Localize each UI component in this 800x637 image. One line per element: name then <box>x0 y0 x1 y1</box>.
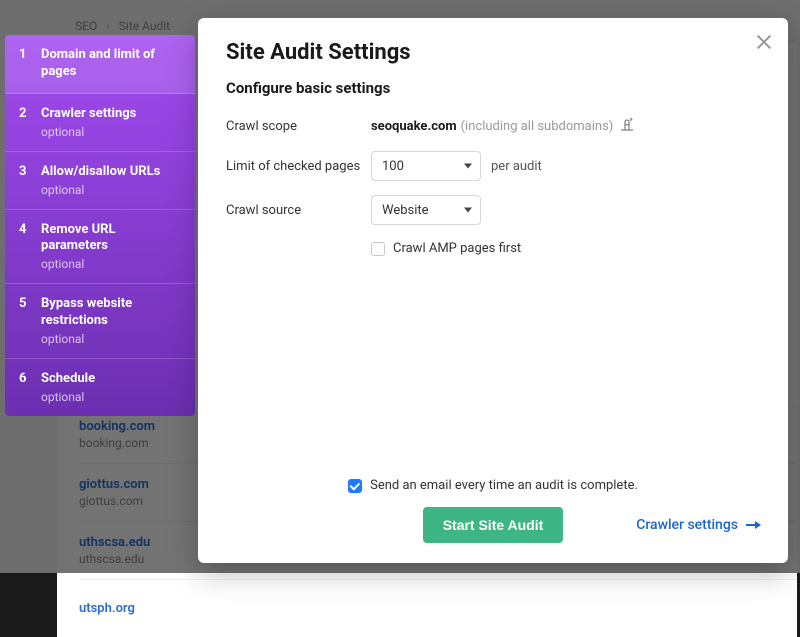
email-notify-checkbox[interactable] <box>348 479 362 493</box>
edit-scope-icon[interactable] <box>619 115 635 137</box>
step-optional: optional <box>41 257 181 271</box>
crawl-source-row: Crawl source Website <box>226 195 760 225</box>
wizard-step-schedule[interactable]: 6 Schedule optional <box>5 359 195 416</box>
step-number: 1 <box>19 47 29 81</box>
chevron-down-icon <box>464 164 472 169</box>
start-site-audit-button[interactable]: Start Site Audit <box>423 507 564 543</box>
step-title: Crawler settings <box>41 106 181 123</box>
section-title: Configure basic settings <box>226 79 760 97</box>
close-icon[interactable] <box>754 32 774 52</box>
site-audit-settings-modal: Site Audit Settings Configure basic sett… <box>198 18 788 563</box>
limit-pages-row: Limit of checked pages 100 per audit <box>226 151 760 181</box>
chevron-down-icon <box>464 208 472 213</box>
step-title: Schedule <box>41 371 181 388</box>
list-item[interactable]: utsph.org <box>79 579 797 637</box>
wizard-sidebar: 1 Domain and limit of pages 2 Crawler se… <box>5 35 195 416</box>
crawl-source-select[interactable]: Website <box>371 195 481 225</box>
crawl-scope-value: seoquake.com <box>371 119 457 134</box>
next-step-link[interactable]: Crawler settings <box>636 517 760 533</box>
step-number: 2 <box>19 106 29 139</box>
step-optional: optional <box>41 183 181 197</box>
step-number: 3 <box>19 164 29 197</box>
limit-pages-select[interactable]: 100 <box>371 151 481 181</box>
wizard-step-bypass-restrictions[interactable]: 5 Bypass website restrictions optional <box>5 284 195 359</box>
step-title: Remove URL parameters <box>41 222 181 256</box>
step-number: 4 <box>19 222 29 272</box>
crawl-source-value: Website <box>382 203 429 218</box>
next-step-label: Crawler settings <box>636 517 738 533</box>
wizard-step-allow-disallow[interactable]: 3 Allow/disallow URLs optional <box>5 152 195 210</box>
wizard-step-remove-url-params[interactable]: 4 Remove URL parameters optional <box>5 210 195 285</box>
step-optional: optional <box>41 125 181 139</box>
email-notify-label: Send an email every time an audit is com… <box>370 478 638 493</box>
crawl-source-label: Crawl source <box>226 203 371 218</box>
step-optional: optional <box>41 332 181 346</box>
modal-footer: Send an email every time an audit is com… <box>226 478 760 543</box>
modal-title: Site Audit Settings <box>226 40 760 65</box>
step-number: 6 <box>19 371 29 404</box>
crawl-amp-label: Crawl AMP pages first <box>393 241 521 256</box>
email-notify-row: Send an email every time an audit is com… <box>226 478 760 493</box>
step-title: Bypass website restrictions <box>41 296 181 330</box>
wizard-step-crawler-settings[interactable]: 2 Crawler settings optional <box>5 94 195 152</box>
project-link[interactable]: utsph.org <box>79 601 797 616</box>
crawl-scope-row: Crawl scope seoquake.com (including all … <box>226 115 760 137</box>
wizard-step-domain-limit[interactable]: 1 Domain and limit of pages <box>5 35 195 94</box>
modal-actions: Start Site Audit Crawler settings <box>226 507 760 543</box>
crawl-scope-note: (including all subdomains) <box>461 119 614 134</box>
step-optional: optional <box>41 390 181 404</box>
crawl-scope-label: Crawl scope <box>226 119 371 134</box>
step-title: Domain and limit of pages <box>41 47 181 81</box>
limit-pages-suffix: per audit <box>491 159 542 174</box>
limit-pages-label: Limit of checked pages <box>226 159 371 174</box>
crawl-amp-checkbox[interactable] <box>371 242 385 256</box>
limit-pages-value: 100 <box>382 159 404 174</box>
step-title: Allow/disallow URLs <box>41 164 181 181</box>
step-number: 5 <box>19 296 29 346</box>
crawl-amp-row: Crawl AMP pages first <box>371 241 760 256</box>
arrow-right-icon <box>746 524 760 526</box>
